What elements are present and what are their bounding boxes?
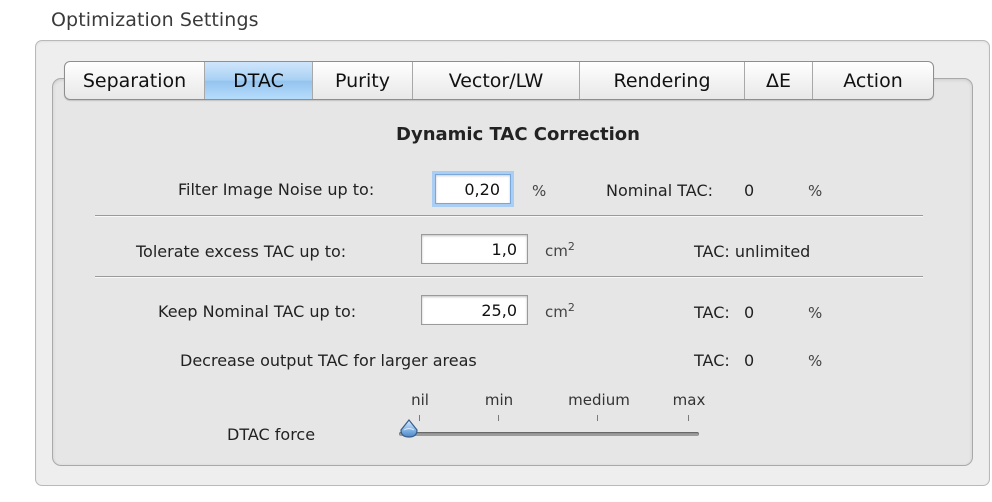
- keep-nominal-label: Keep Nominal TAC up to:: [158, 302, 357, 321]
- keep-nominal-input[interactable]: 25,0: [421, 295, 528, 325]
- filter-noise-input[interactable]: 0,20: [435, 174, 511, 204]
- tick-mark-min: [498, 415, 499, 421]
- dtac-force-slider[interactable]: [399, 432, 699, 436]
- dtac-force-label: DTAC force: [227, 425, 316, 444]
- optimization-settings-window: Optimization Settings Separation DTAC Pu…: [0, 0, 992, 502]
- tolerate-excess-unit-exp: 2: [567, 240, 575, 253]
- tick-label-max: max: [672, 391, 706, 409]
- keep-nominal-tac-unit: %: [808, 304, 823, 322]
- keep-nominal-tac-label: TAC:: [694, 303, 730, 322]
- tab-delta-e[interactable]: ΔE: [744, 62, 812, 99]
- keep-nominal-unit: cm2: [545, 301, 575, 321]
- tolerate-excess-tac: TAC: unlimited: [694, 242, 811, 261]
- tab-action[interactable]: Action: [812, 62, 933, 99]
- decrease-output-tac-label: TAC:: [694, 351, 730, 370]
- nominal-tac-value: 0: [744, 181, 755, 200]
- keep-nominal-unit-base: cm: [545, 303, 568, 321]
- tab-rendering[interactable]: Rendering: [579, 62, 744, 99]
- separator: [95, 276, 923, 278]
- tolerate-excess-input[interactable]: 1,0: [421, 234, 528, 264]
- section-title-text: Dynamic TAC Correction: [396, 124, 640, 145]
- tick-label-nil: nil: [411, 391, 429, 409]
- group-title: Optimization Settings: [51, 9, 259, 31]
- tab-bar: Separation DTAC Purity Vector/LW Renderi…: [64, 61, 934, 100]
- filter-noise-unit: %: [532, 182, 547, 200]
- keep-nominal-unit-exp: 2: [567, 301, 575, 314]
- slider-thumb-icon[interactable]: [398, 418, 420, 440]
- tab-purity[interactable]: Purity: [312, 62, 412, 99]
- tolerate-excess-label: Tolerate excess TAC up to:: [136, 242, 347, 261]
- tick-mark-max: [688, 415, 689, 421]
- tick-label-medium: medium: [568, 391, 630, 409]
- tolerate-excess-unit: cm2: [545, 240, 575, 260]
- decrease-output-tac-value: 0: [744, 351, 755, 370]
- tab-separation[interactable]: Separation: [65, 62, 204, 99]
- tick-label-min: min: [484, 391, 514, 409]
- slider-thumb-shape: [400, 419, 418, 438]
- separator: [95, 215, 923, 217]
- keep-nominal-tac-value: 0: [744, 303, 755, 322]
- decrease-output-label: Decrease output TAC for larger areas: [180, 351, 477, 370]
- filter-noise-label: Filter Image Noise up to:: [178, 180, 375, 199]
- tab-vector-lw[interactable]: Vector/LW: [412, 62, 579, 99]
- tick-mark-medium: [597, 415, 598, 421]
- decrease-output-tac-unit: %: [808, 352, 823, 370]
- section-title: Dynamic TAC Correction: [0, 124, 992, 145]
- tolerate-excess-unit-base: cm: [545, 242, 568, 260]
- tab-dtac[interactable]: DTAC: [204, 62, 312, 99]
- nominal-tac-unit: %: [808, 182, 823, 200]
- nominal-tac-label: Nominal TAC:: [606, 181, 714, 200]
